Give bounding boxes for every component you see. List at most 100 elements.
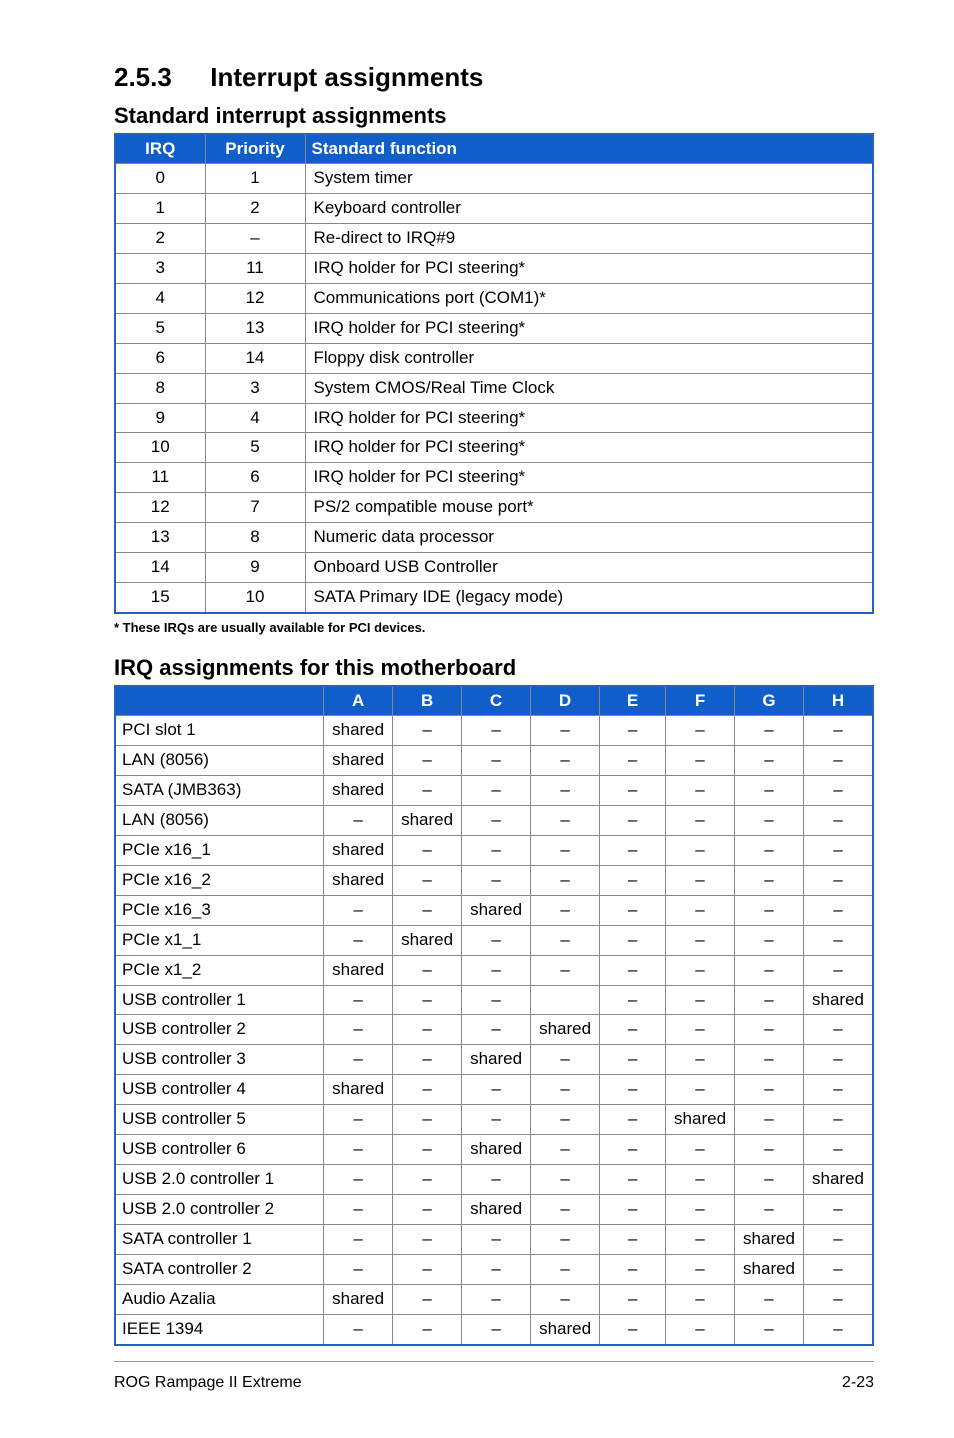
table-cell: – xyxy=(393,1314,462,1344)
table-cell: – xyxy=(462,955,531,985)
table-cell: PS/2 compatible mouse port* xyxy=(305,493,873,523)
table-cell: – xyxy=(600,1135,666,1165)
table-cell: – xyxy=(600,1015,666,1045)
table-cell: shared xyxy=(804,985,873,1015)
table-cell: – xyxy=(804,925,873,955)
table-cell: shared xyxy=(324,1284,393,1314)
table-row: SATA controller 2––––––shared– xyxy=(115,1254,873,1284)
table-cell: 1 xyxy=(115,193,205,223)
table-cell xyxy=(531,985,600,1015)
table-row: USB controller 2–––shared–––– xyxy=(115,1015,873,1045)
table-cell: – xyxy=(600,775,666,805)
table-cell: 9 xyxy=(115,403,205,433)
table-cell: – xyxy=(324,805,393,835)
table-cell: 11 xyxy=(115,463,205,493)
table-cell: LAN (8056) xyxy=(115,805,324,835)
table-cell: – xyxy=(462,865,531,895)
table-cell: USB 2.0 controller 2 xyxy=(115,1195,324,1225)
table-cell: – xyxy=(324,1314,393,1344)
table-cell: – xyxy=(666,1075,735,1105)
table-cell: – xyxy=(735,895,804,925)
table1-header-row: IRQPriorityStandard function xyxy=(115,134,873,164)
section-number: 2.5.3 xyxy=(114,62,172,93)
table-row: 149Onboard USB Controller xyxy=(115,553,873,583)
table-cell: – xyxy=(804,1105,873,1135)
table-cell: 2 xyxy=(205,193,305,223)
table-cell: USB controller 1 xyxy=(115,985,324,1015)
table-cell: – xyxy=(666,775,735,805)
table-cell: 3 xyxy=(205,373,305,403)
table-row: 116IRQ holder for PCI steering* xyxy=(115,463,873,493)
table-cell: SATA Primary IDE (legacy mode) xyxy=(305,583,873,613)
table-cell: – xyxy=(735,746,804,776)
table-cell: – xyxy=(393,835,462,865)
table-cell: shared xyxy=(462,895,531,925)
table-cell: – xyxy=(324,1045,393,1075)
table-cell: – xyxy=(324,1254,393,1284)
table-cell: – xyxy=(531,775,600,805)
table-cell: – xyxy=(804,1075,873,1105)
table-cell: – xyxy=(735,985,804,1015)
table-row: 12Keyboard controller xyxy=(115,193,873,223)
table-cell: 3 xyxy=(115,253,205,283)
table-cell: – xyxy=(735,1015,804,1045)
table-cell: – xyxy=(393,1284,462,1314)
table-cell: – xyxy=(600,985,666,1015)
table2-header-cell: D xyxy=(531,686,600,716)
table-cell: Audio Azalia xyxy=(115,1284,324,1314)
table-cell: USB controller 2 xyxy=(115,1015,324,1045)
table-cell: – xyxy=(804,746,873,776)
table-cell: – xyxy=(462,1075,531,1105)
table-row: Audio Azaliashared––––––– xyxy=(115,1284,873,1314)
table-cell: – xyxy=(804,805,873,835)
table-cell: 0 xyxy=(115,164,205,194)
table-row: SATA controller 1––––––shared– xyxy=(115,1225,873,1255)
table-cell: – xyxy=(735,1165,804,1195)
table-cell: – xyxy=(531,865,600,895)
table-cell: LAN (8056) xyxy=(115,746,324,776)
table2-header-cell xyxy=(115,686,324,716)
table2-header-row: ABCDEFGH xyxy=(115,686,873,716)
table-cell: – xyxy=(531,1254,600,1284)
table-row: 412Communications port (COM1)* xyxy=(115,283,873,313)
table-cell: PCI slot 1 xyxy=(115,716,324,746)
table-cell: – xyxy=(804,1254,873,1284)
table-row: USB controller 5–––––shared–– xyxy=(115,1105,873,1135)
table-cell: – xyxy=(735,805,804,835)
table-row: USB controller 4shared––––––– xyxy=(115,1075,873,1105)
table-cell: – xyxy=(462,1015,531,1045)
table-cell: – xyxy=(462,835,531,865)
table-cell: – xyxy=(804,1225,873,1255)
table-cell: Floppy disk controller xyxy=(305,343,873,373)
table-cell: – xyxy=(600,955,666,985)
table-cell: – xyxy=(666,1195,735,1225)
table-row: USB controller 3––shared––––– xyxy=(115,1045,873,1075)
table-cell: – xyxy=(531,1195,600,1225)
table-cell: – xyxy=(600,1284,666,1314)
table1-header-cell: IRQ xyxy=(115,134,205,164)
table2-header-cell: E xyxy=(600,686,666,716)
table-cell: PCIe x1_2 xyxy=(115,955,324,985)
table-cell: – xyxy=(804,1135,873,1165)
table-cell: – xyxy=(600,835,666,865)
table-cell: 13 xyxy=(115,523,205,553)
table-cell: – xyxy=(531,1105,600,1135)
table-cell: shared xyxy=(393,925,462,955)
table-cell: 12 xyxy=(205,283,305,313)
table-row: 138Numeric data processor xyxy=(115,523,873,553)
table-cell: – xyxy=(804,1015,873,1045)
table-cell: USB controller 4 xyxy=(115,1075,324,1105)
table-cell: – xyxy=(324,925,393,955)
table-cell: – xyxy=(735,835,804,865)
table-cell: 7 xyxy=(205,493,305,523)
table-cell: – xyxy=(804,716,873,746)
table2-header-cell: F xyxy=(666,686,735,716)
table1-header-cell: Priority xyxy=(205,134,305,164)
table-cell: – xyxy=(600,1225,666,1255)
table-cell: System timer xyxy=(305,164,873,194)
table-row: 127PS/2 compatible mouse port* xyxy=(115,493,873,523)
table-row: LAN (8056)shared––––––– xyxy=(115,746,873,776)
table-cell: – xyxy=(462,1284,531,1314)
table-cell: – xyxy=(735,1135,804,1165)
table-cell: – xyxy=(393,1135,462,1165)
